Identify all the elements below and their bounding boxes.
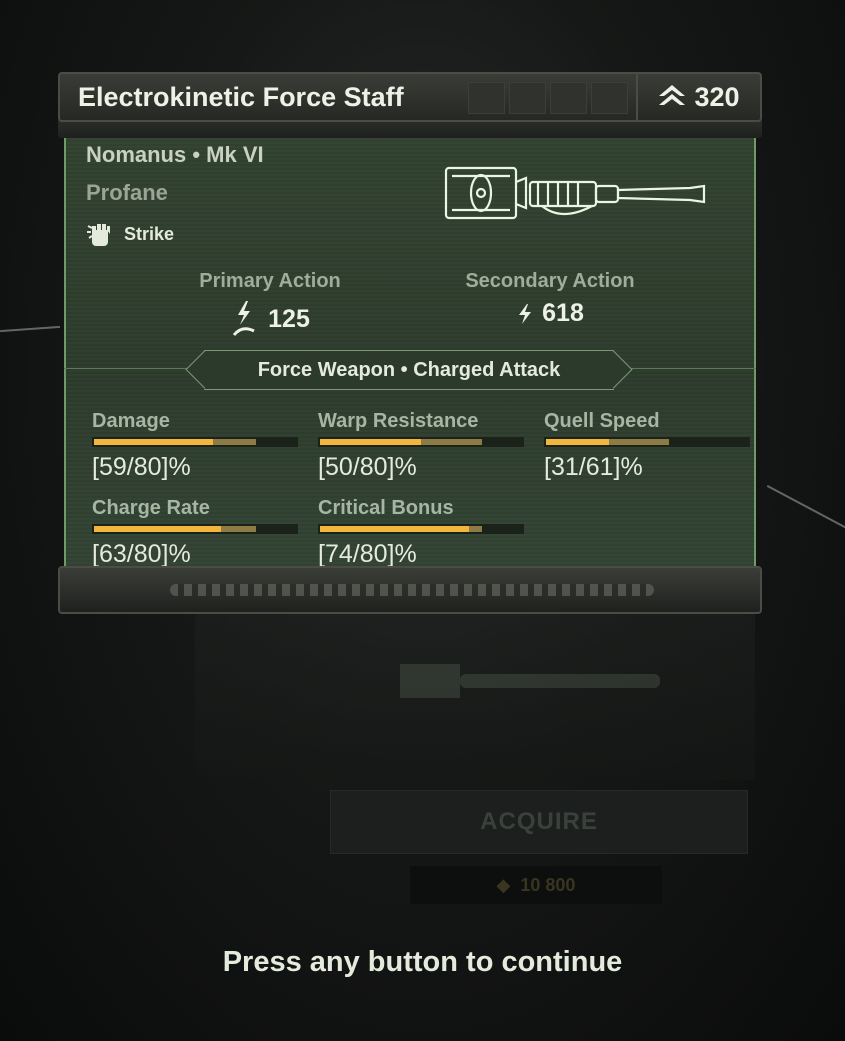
stat-damage: Damage [59/80]% xyxy=(92,410,298,482)
secondary-action: Secondary Action 618 xyxy=(440,270,660,328)
price-value: 10 800 xyxy=(520,874,576,895)
item-rating: 320 xyxy=(636,74,760,120)
rating-value: 320 xyxy=(694,81,740,112)
stat-quell-speed: Quell Speed [31/61]% xyxy=(544,410,750,482)
weapon-keywords-text: Force Weapon • Charged Attack xyxy=(257,358,561,381)
stat-critical-bonus: Critical Bonus [74/80]% xyxy=(318,497,524,569)
lightning-streak-left xyxy=(0,325,60,333)
primary-action-label: Primary Action xyxy=(199,270,341,292)
stat-bar xyxy=(318,524,524,534)
stat-warp-resistance: Warp Resistance [50/80]% xyxy=(318,410,524,482)
stat-bar xyxy=(92,437,298,447)
attack-type-label: Strike xyxy=(124,223,175,244)
fist-icon xyxy=(87,224,110,246)
stat-bar xyxy=(92,524,298,534)
primary-action-value: 125 xyxy=(268,304,310,333)
stat-label: Damage xyxy=(92,410,170,432)
stat-label: Quell Speed xyxy=(544,410,660,432)
stat-label: Critical Bonus xyxy=(318,497,454,519)
header-bracket xyxy=(58,120,762,138)
background-staff-image xyxy=(400,664,660,698)
rating-chevron-icon xyxy=(659,85,686,105)
item-tooltip: Electrokinetic Force Staff 320 Nomanus •… xyxy=(58,72,762,614)
secondary-action-label: Secondary Action xyxy=(465,270,635,292)
item-name: Nomanus • Mk VI xyxy=(86,142,264,167)
stat-charge-rate: Charge Rate [63/80]% xyxy=(92,497,298,569)
lightning-swing-icon xyxy=(232,301,255,336)
tooltip-header: Electrokinetic Force Staff 320 xyxy=(58,72,762,122)
tooltip-footer xyxy=(58,566,762,614)
force-staff-image xyxy=(444,166,706,220)
item-rarity: Profane xyxy=(86,180,168,205)
item-title: Electrokinetic Force Staff xyxy=(78,82,404,112)
header-decoration xyxy=(468,82,628,114)
stat-label: Warp Resistance xyxy=(318,410,479,432)
stat-value: [59/80]% xyxy=(92,453,191,481)
primary-action: Primary Action 125 xyxy=(160,270,380,339)
chain-decoration xyxy=(170,584,654,596)
lightning-streak-right xyxy=(766,484,845,530)
continue-prompt: Press any button to continue xyxy=(222,946,623,978)
secondary-action-value: 618 xyxy=(542,299,584,327)
attack-type: Strike xyxy=(86,220,174,248)
coin-icon: ◆ xyxy=(496,874,511,895)
lightning-icon xyxy=(519,303,532,324)
stat-bar xyxy=(544,437,750,447)
stat-value: [31/61]% xyxy=(544,453,643,481)
weapon-keywords: Force Weapon • Charged Attack xyxy=(204,350,614,390)
price-display: ◆ 10 800 xyxy=(410,866,662,904)
stat-value: [50/80]% xyxy=(318,453,417,481)
acquire-button[interactable]: ACQUIRE xyxy=(330,790,748,854)
stat-label: Charge Rate xyxy=(92,497,210,519)
stat-bar xyxy=(318,437,524,447)
stat-value: [63/80]% xyxy=(92,540,191,568)
stat-value: [74/80]% xyxy=(318,540,417,568)
